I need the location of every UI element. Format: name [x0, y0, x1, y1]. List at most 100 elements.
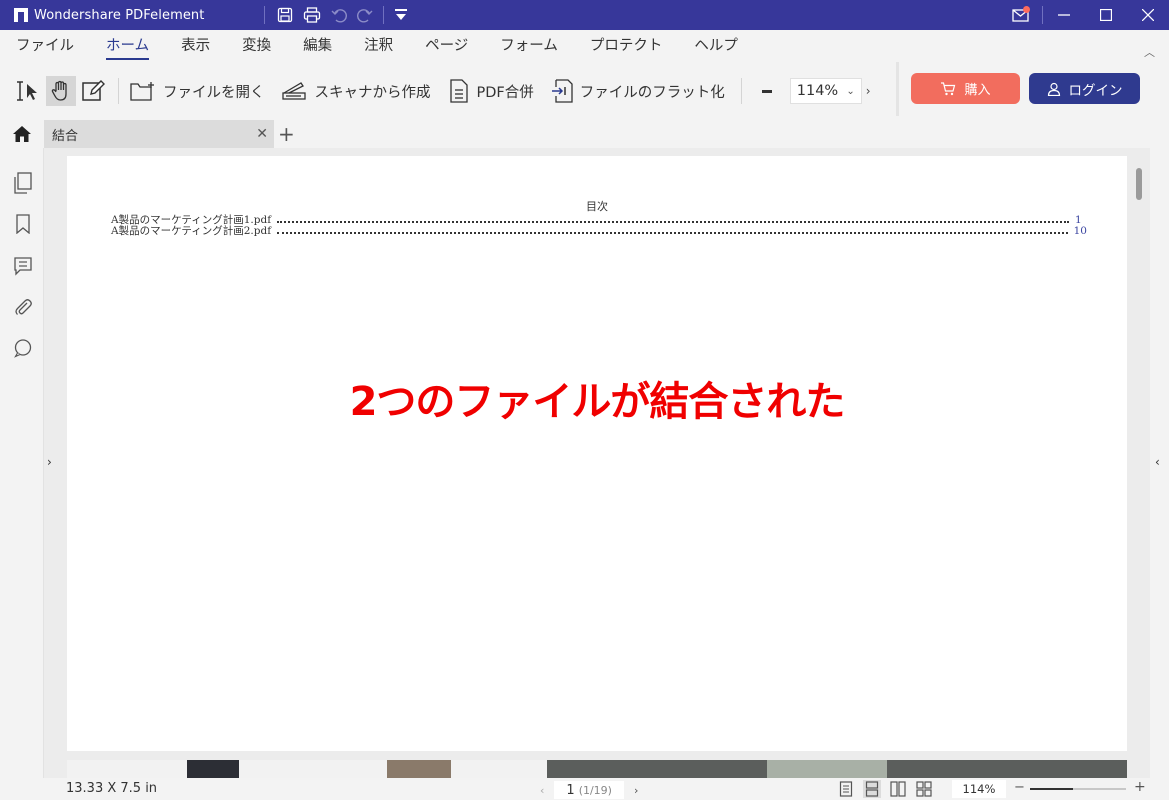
close-window-button[interactable] [1127, 0, 1169, 30]
add-tab-icon[interactable]: + [278, 122, 295, 146]
scanner-icon [281, 82, 306, 100]
flatten-file-label: ファイルのフラット化 [579, 84, 725, 101]
user-icon [1047, 82, 1060, 96]
merge-document-icon [449, 79, 468, 103]
more-tools-chevron-icon[interactable]: › [866, 84, 871, 98]
customize-dropdown-icon[interactable] [394, 8, 408, 22]
document-tab-bar: 結合 ✕ + [0, 120, 1169, 148]
left-sidebar [0, 148, 44, 778]
select-cursor-icon [17, 81, 37, 101]
menu-bar: ファイル ホーム 表示 変換 編集 注釈 ページ フォーム プロテクト ヘルプ [0, 30, 1169, 62]
home-icon [13, 126, 31, 142]
expand-left-panel-icon[interactable]: › [47, 455, 52, 469]
menu-item[interactable]: 変換 [242, 30, 271, 62]
home-button[interactable] [0, 120, 44, 148]
cart-icon [941, 81, 956, 95]
single-page-view-icon[interactable] [837, 780, 855, 798]
hand-tool[interactable] [46, 76, 76, 106]
document-tab[interactable]: 結合 ✕ [44, 120, 274, 148]
redo-icon[interactable] [357, 7, 373, 23]
search-icon[interactable] [12, 337, 34, 359]
toolbar-divider [118, 78, 119, 104]
page-image-segment [767, 760, 887, 778]
toc-leader-dots [277, 228, 1068, 234]
thumbnails-icon[interactable] [12, 172, 34, 194]
annotation-caption: 2つのファイルが結合された [349, 379, 846, 425]
attachment-icon[interactable] [12, 296, 34, 318]
maximize-icon [1100, 9, 1112, 21]
previous-page-icon[interactable]: ‹ [540, 784, 544, 797]
view-mode-group [837, 780, 933, 798]
close-icon [1142, 9, 1154, 21]
undo-icon[interactable] [331, 7, 348, 23]
login-button[interactable]: ログイン [1029, 73, 1140, 104]
minimize-button[interactable] [1043, 0, 1085, 30]
status-bar: 13.33 X 7.5 in ‹ 1 (1/19) › 114% − + [0, 778, 1169, 800]
menu-item[interactable]: ページ [425, 30, 468, 62]
mail-button[interactable] [1000, 0, 1042, 30]
menu-item[interactable]: 表示 [181, 30, 210, 62]
open-file-label: ファイルを開く [163, 84, 265, 101]
zoom-slider-fill [1030, 788, 1074, 790]
comment-icon[interactable] [12, 255, 34, 277]
minimize-icon [1058, 14, 1070, 16]
menu-item[interactable]: プロテクト [590, 30, 663, 62]
menu-item[interactable]: 注釈 [364, 30, 393, 62]
toc-leader-dots [277, 217, 1069, 223]
create-from-scanner-button[interactable]: スキャナから作成 [281, 80, 431, 102]
zoom-value: 114% [796, 83, 839, 99]
title-bar: Wondershare PDFelement [0, 0, 1169, 30]
page-image-segment [187, 760, 239, 778]
pdf-merge-button[interactable]: PDF合併 [447, 78, 534, 104]
edit-tool[interactable] [78, 76, 108, 106]
document-viewer[interactable]: 目次 A製品のマーケティング計画1.pdf 1 A製品のマーケティング計画2.p… [44, 148, 1150, 778]
status-zoom-field[interactable]: 114% [952, 780, 1006, 798]
menu-item[interactable]: フォーム [500, 30, 558, 62]
flatten-file-button[interactable]: ファイルのフラット化 [550, 78, 725, 104]
pdf-merge-label: PDF合併 [476, 84, 534, 101]
toc-entry-title: A製品のマーケティング計画2.pdf [111, 225, 272, 237]
menu-item[interactable]: ホーム [106, 30, 150, 62]
menu-item[interactable]: ファイル [16, 30, 74, 62]
app-title: Wondershare PDFelement [34, 7, 205, 23]
menu-item[interactable]: ヘルプ [694, 30, 738, 62]
window-controls [1000, 0, 1169, 30]
chevron-down-icon: ⌄ [846, 85, 855, 97]
document-tab-title: 結合 [52, 128, 79, 144]
buy-label: 購入 [964, 83, 991, 98]
login-label: ログイン [1068, 82, 1123, 99]
toolbar-vertical-divider [896, 62, 899, 116]
page-number-field[interactable]: 1 (1/19) [554, 781, 624, 799]
page-image-segment [387, 760, 451, 778]
toc-entry[interactable]: A製品のマーケティング計画2.pdf 10 [111, 223, 1087, 238]
pdf-page: 目次 A製品のマーケティング計画1.pdf 1 A製品のマーケティング計画2.p… [67, 156, 1127, 751]
vertical-scrollbar-thumb[interactable] [1136, 168, 1142, 200]
bookmark-icon[interactable] [12, 213, 34, 235]
continuous-view-icon[interactable] [863, 780, 881, 798]
buy-button[interactable]: 購入 [911, 73, 1020, 104]
save-icon[interactable] [277, 7, 293, 23]
folder-icon [130, 82, 154, 101]
current-page: 1 [566, 782, 575, 798]
toolbar-divider [740, 78, 742, 104]
select-text-tool[interactable] [14, 76, 44, 106]
maximize-button[interactable] [1085, 0, 1127, 30]
zoom-slider[interactable] [1030, 788, 1126, 790]
zoom-in-icon[interactable]: + [1134, 779, 1146, 795]
page-navigation: ‹ 1 (1/19) › [540, 781, 638, 799]
two-page-view-icon[interactable] [889, 780, 907, 798]
zoom-out-icon[interactable]: − [1014, 780, 1025, 795]
next-page-icon[interactable]: › [634, 784, 638, 797]
grid-view-icon[interactable] [915, 780, 933, 798]
notification-dot [1023, 6, 1030, 13]
expand-right-panel-icon[interactable]: ‹ [1155, 455, 1160, 469]
zoom-select[interactable]: 114% ⌄ [789, 78, 862, 104]
collapse-ribbon-icon[interactable]: ︿ [1144, 44, 1155, 60]
page-count: (1/19) [578, 783, 612, 797]
print-icon[interactable] [303, 7, 321, 23]
close-tab-icon[interactable]: ✕ [256, 126, 268, 142]
open-file-button[interactable]: ファイルを開く [129, 79, 265, 103]
pdfelement-logo-icon [14, 8, 28, 22]
zoom-out-button[interactable] [761, 89, 772, 93]
menu-item[interactable]: 編集 [303, 30, 332, 62]
